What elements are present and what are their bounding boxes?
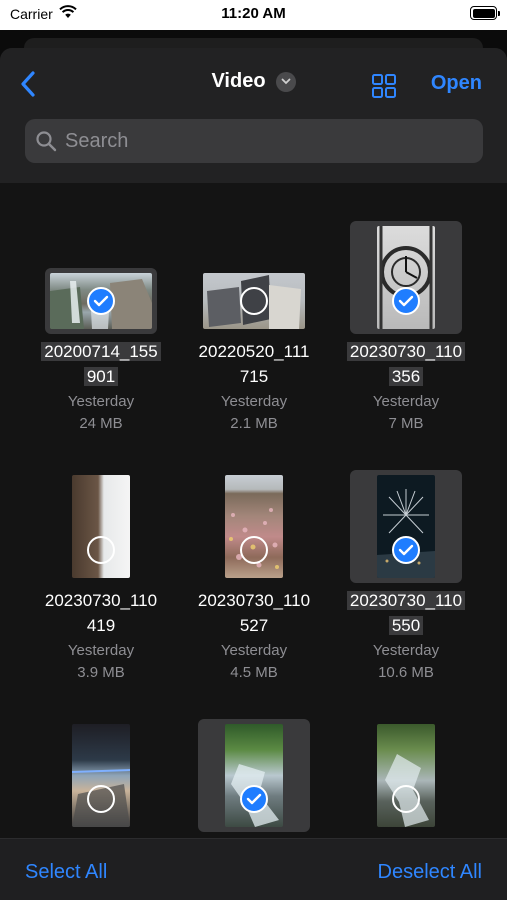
- page-title: Video: [211, 70, 266, 92]
- status-bar: Carrier 11:20 AM: [0, 0, 507, 30]
- file-size: 3.9 MB: [77, 664, 125, 681]
- file-date: Yesterday: [220, 393, 288, 410]
- search-icon: [36, 131, 57, 152]
- search-bar: [25, 119, 483, 163]
- file-date: Yesterday: [220, 642, 288, 659]
- selection-checkbox[interactable]: [87, 785, 115, 813]
- file-picker-sheet: Video Open Search 20200714_155 901 Yeste…: [0, 48, 507, 900]
- file-name: 20230730_110 356: [331, 339, 481, 389]
- deselect-all-button[interactable]: Deselect All: [378, 861, 483, 884]
- title-menu-button[interactable]: [275, 71, 296, 92]
- selection-checkbox[interactable]: [392, 287, 420, 315]
- selection-checkbox[interactable]: [392, 785, 420, 813]
- battery-icon: [470, 6, 500, 20]
- search-input[interactable]: [65, 129, 465, 153]
- chevron-left-icon: [21, 71, 35, 97]
- grid-view-icon: [372, 74, 396, 98]
- file-size: 2.1 MB: [230, 415, 278, 432]
- grid-view-button[interactable]: [370, 72, 398, 100]
- file-name: 20200714_155 901: [26, 339, 176, 389]
- selection-checkbox[interactable]: [87, 287, 115, 315]
- file-item[interactable]: 20230730_110 356 Yesterday 7 MB: [331, 221, 481, 441]
- bottom-toolbar: Select All Deselect All: [0, 838, 507, 900]
- checkmark-icon: [398, 544, 414, 556]
- file-size: 10.6 MB: [378, 664, 434, 681]
- selection-checkbox[interactable]: [392, 536, 420, 564]
- file-item[interactable]: 20220520_111 715 Yesterday 2.1 MB: [179, 221, 329, 441]
- status-time: 11:20 AM: [221, 5, 286, 22]
- checkmark-icon: [398, 295, 414, 307]
- file-date: Yesterday: [372, 393, 440, 410]
- file-date: Yesterday: [67, 642, 135, 659]
- file-date: Yesterday: [372, 642, 440, 659]
- file-name: 20220520_111 715: [198, 342, 310, 386]
- selection-checkbox[interactable]: [240, 785, 268, 813]
- open-button[interactable]: Open: [431, 72, 482, 95]
- selection-checkbox[interactable]: [240, 287, 268, 315]
- file-item[interactable]: 20200714_155 901 Yesterday 24 MB: [26, 221, 176, 441]
- file-name: 20230730_110 527: [197, 591, 311, 635]
- file-item[interactable]: 20230730_110 527 Yesterday 4.5 MB: [179, 470, 329, 690]
- file-size: 7 MB: [388, 415, 424, 432]
- back-button[interactable]: [10, 66, 46, 102]
- file-date: Yesterday: [67, 393, 135, 410]
- file-item[interactable]: 20230730_110 550 Yesterday 10.6 MB: [331, 470, 481, 690]
- file-name: 20230730_110 550: [331, 588, 481, 638]
- checkmark-icon: [93, 295, 109, 307]
- file-item[interactable]: 20230730_110 419 Yesterday 3.9 MB: [26, 470, 176, 690]
- picker-header: Video Open: [0, 48, 507, 183]
- file-size: 4.5 MB: [230, 664, 278, 681]
- selection-checkbox[interactable]: [240, 536, 268, 564]
- checkmark-icon: [246, 793, 262, 805]
- select-all-button[interactable]: Select All: [25, 861, 107, 884]
- file-grid: 20200714_155 901 Yesterday 24 MB 20220520…: [0, 183, 507, 900]
- selection-checkbox[interactable]: [87, 536, 115, 564]
- file-name: 20230730_110 419: [44, 591, 158, 635]
- file-size: 24 MB: [79, 415, 123, 432]
- chevron-down-icon: [281, 78, 290, 85]
